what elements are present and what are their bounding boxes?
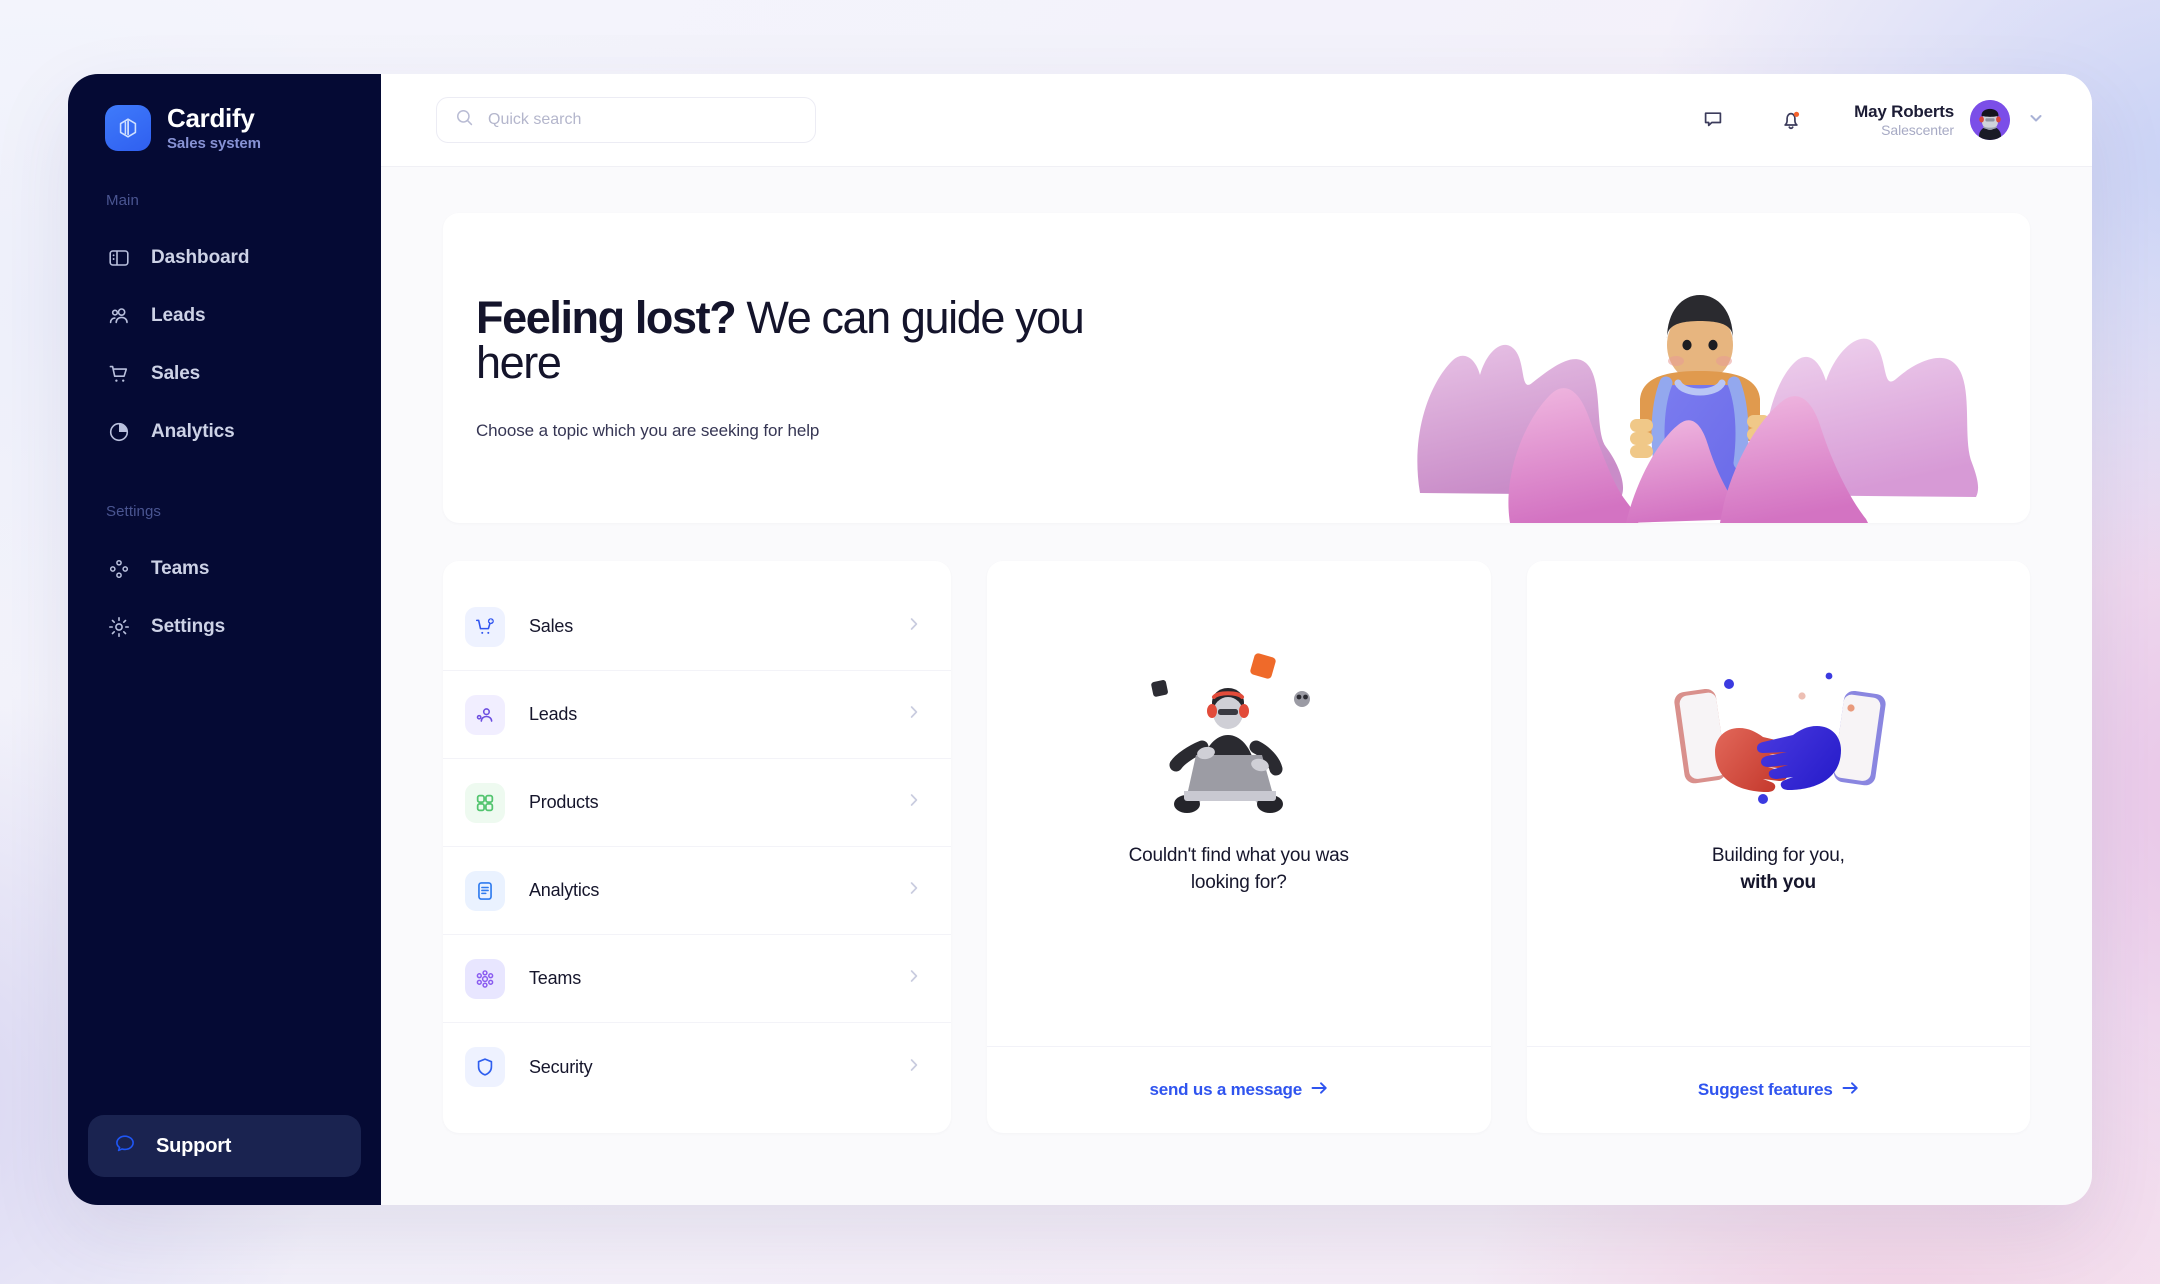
sidebar-item-settings[interactable]: Settings	[68, 598, 381, 656]
pie-chart-icon	[106, 419, 132, 445]
user-gear-icon	[465, 694, 505, 735]
promo-link-label: send us a message	[1149, 1080, 1302, 1099]
grid-icon	[465, 782, 505, 823]
chevron-right-icon	[905, 703, 923, 726]
topic-label: Leads	[529, 704, 578, 724]
chat-bubble-icon	[1704, 112, 1722, 127]
sidebar-item-label: Dashboard	[151, 247, 250, 269]
cart-icon	[106, 361, 132, 387]
hero-title-bold: Feeling lost?	[476, 292, 737, 343]
topic-label: Products	[529, 792, 599, 812]
sidebar-item-dashboard[interactable]: Dashboard	[68, 229, 381, 287]
sidebar-item-label: Analytics	[151, 421, 235, 443]
chevron-right-icon	[905, 967, 923, 990]
topic-label: Security	[529, 1056, 593, 1077]
hero-text: Feeling lost? We can guide you here Choo…	[443, 295, 1163, 441]
hero-subtitle: Choose a topic which you are seeking for…	[476, 421, 820, 440]
brand-subtitle: Sales system	[167, 134, 261, 152]
main-area: May Roberts Salescenter	[381, 74, 2092, 1205]
chevron-right-icon	[905, 791, 923, 814]
promo-title-line1: Couldn't find what you was	[1128, 845, 1349, 866]
topic-label: Teams	[529, 968, 582, 988]
user-role: Salescenter	[1881, 121, 1954, 138]
arrow-right-icon	[1842, 1080, 1859, 1100]
sidebar: Cardify Sales system Main Dashboard Lead…	[68, 74, 381, 1205]
document-icon	[465, 870, 505, 911]
promo-title-line2: looking for?	[1190, 871, 1287, 893]
support-label: Support	[156, 1134, 232, 1157]
topic-row-analytics[interactable]: Analytics	[443, 847, 951, 935]
promo-title-line1: Building for you,	[1711, 845, 1845, 866]
send-message-link[interactable]: send us a message	[987, 1047, 1491, 1133]
topic-row-products[interactable]: Products	[443, 759, 951, 847]
gear-icon	[106, 614, 132, 640]
topic-label: Sales	[529, 616, 574, 636]
molecule-icon	[465, 958, 505, 999]
brand-name: Cardify	[167, 103, 255, 133]
contact-us-card: Couldn't find what you was looking for? …	[987, 561, 1491, 1133]
app-window: Cardify Sales system Main Dashboard Lead…	[68, 74, 2092, 1205]
handshake-through-phones-illustration	[1663, 639, 1893, 829]
user-name: May Roberts	[1854, 101, 1954, 121]
hero-banner: Feeling lost? We can guide you here Choo…	[443, 213, 2030, 523]
user-menu[interactable]: May Roberts Salescenter	[1854, 100, 2046, 140]
cart-plus-icon	[465, 606, 505, 647]
dashboard-icon	[106, 245, 132, 271]
page-title: Feeling lost? We can guide you here	[476, 295, 1163, 385]
sidebar-item-analytics[interactable]: Analytics	[68, 403, 381, 461]
users-icon	[106, 303, 132, 329]
topics-card: Sales Leads Products Analytics Teams Sec…	[443, 561, 951, 1133]
chevron-down-icon	[2026, 108, 2046, 133]
promo-title: Building for you, with you	[1682, 843, 1875, 897]
sidebar-item-sales[interactable]: Sales	[68, 345, 381, 403]
brand[interactable]: Cardify Sales system	[68, 103, 381, 152]
arrow-right-icon	[1311, 1080, 1328, 1100]
molecule-icon	[106, 556, 132, 582]
topbar: May Roberts Salescenter	[381, 74, 2092, 167]
sidebar-item-label: Settings	[151, 616, 226, 638]
topbar-actions: May Roberts Salescenter	[1698, 100, 2046, 140]
topic-label: Analytics	[529, 880, 600, 900]
nav-section-label-settings: Settings	[106, 503, 161, 521]
cards-row: Sales Leads Products Analytics Teams Sec…	[443, 561, 2030, 1133]
notification-badge	[1794, 111, 1800, 117]
promo-title-line2: with you	[1740, 871, 1817, 893]
promo-title: Couldn't find what you was looking for?	[1099, 843, 1379, 897]
messages-button[interactable]	[1698, 105, 1728, 135]
sidebar-item-teams[interactable]: Teams	[68, 540, 381, 598]
chevron-right-icon	[905, 1056, 923, 1079]
topic-row-sales[interactable]: Sales	[443, 583, 951, 671]
chevron-right-icon	[905, 879, 923, 902]
promo-link-label: Suggest features	[1697, 1080, 1833, 1099]
chat-bubble-icon	[112, 1131, 138, 1162]
notifications-button[interactable]	[1776, 105, 1806, 135]
support-button[interactable]: Support	[88, 1115, 361, 1177]
search-icon	[455, 108, 474, 132]
suggest-features-link[interactable]: Suggest features	[1527, 1047, 2031, 1133]
topic-row-teams[interactable]: Teams	[443, 935, 951, 1023]
sidebar-item-label: Teams	[151, 558, 210, 580]
content: Feeling lost? We can guide you here Choo…	[381, 167, 2092, 1205]
topic-row-leads[interactable]: Leads	[443, 671, 951, 759]
suggest-features-card: Building for you, with you Suggest featu…	[1526, 561, 2031, 1133]
hiker-in-mountains-illustration	[1390, 233, 2010, 523]
avatar	[1970, 100, 2010, 140]
topic-row-security[interactable]: Security	[443, 1023, 951, 1111]
search-input[interactable]	[488, 111, 797, 129]
search-box[interactable]	[436, 97, 816, 143]
person-with-laptop-illustration	[1134, 639, 1344, 829]
shield-icon	[465, 1047, 505, 1087]
chevron-right-icon	[905, 615, 923, 638]
bell-icon	[1784, 111, 1800, 130]
nav-section-label-main: Main	[106, 192, 139, 210]
sidebar-item-label: Leads	[151, 305, 206, 327]
sidebar-item-label: Sales	[151, 363, 201, 385]
sidebar-item-leads[interactable]: Leads	[68, 287, 381, 345]
layers-icon	[105, 105, 151, 152]
